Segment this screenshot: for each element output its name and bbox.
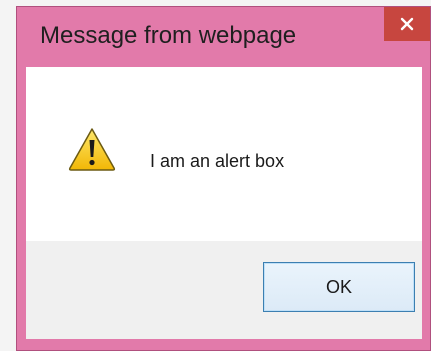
alert-message: I am an alert box [150, 151, 285, 171]
dialog-content: I am an alert box OK [26, 67, 422, 339]
button-area: OK [26, 241, 422, 339]
dialog-title: Message from webpage [40, 22, 297, 49]
background-strip [0, 0, 16, 351]
message-area: I am an alert box [26, 67, 422, 241]
warning-icon [68, 128, 116, 171]
dialog-titlebar[interactable]: Message from webpage [17, 7, 430, 67]
close-button[interactable] [384, 7, 430, 41]
alert-dialog: Message from webpage I am an alert box O… [16, 6, 431, 351]
close-icon [400, 17, 414, 31]
ok-button[interactable]: OK [263, 262, 415, 312]
